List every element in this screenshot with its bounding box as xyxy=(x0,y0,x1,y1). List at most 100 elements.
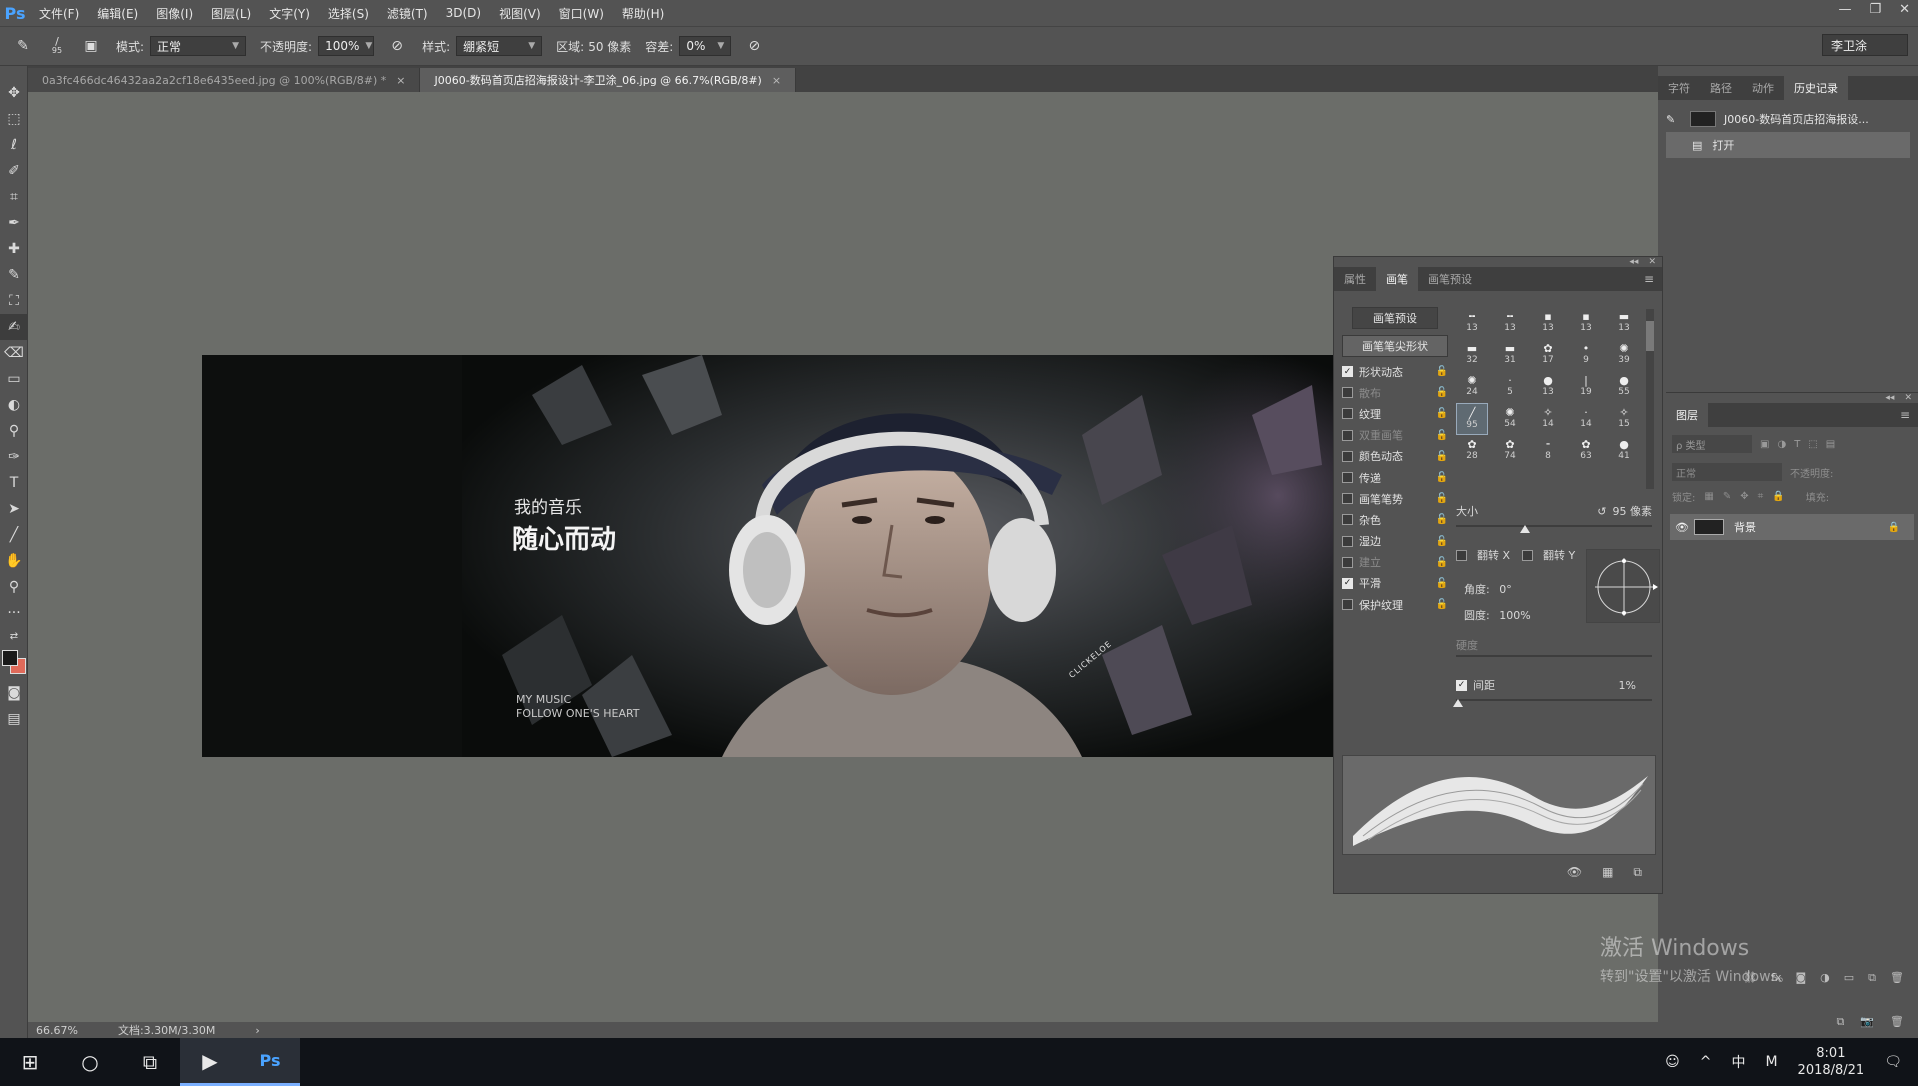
adjustment-filter-icon[interactable]: ◑ xyxy=(1777,439,1786,450)
brush-tip[interactable]: ● 13 xyxy=(1532,371,1564,403)
brush-tip[interactable]: ● 55 xyxy=(1608,371,1640,403)
menu-3d[interactable]: 3D(D) xyxy=(437,6,490,20)
brush-option-checkbox[interactable] xyxy=(1342,429,1353,441)
brush-tip[interactable]: ▬ 31 xyxy=(1494,339,1526,371)
brush-option-row[interactable]: 画笔笔势 🔓 xyxy=(1342,488,1448,509)
menu-type[interactable]: 文字(Y) xyxy=(260,5,319,22)
smart-object-filter-icon[interactable]: ▤ xyxy=(1826,439,1835,450)
spacing-checkbox[interactable]: ✓ xyxy=(1456,679,1467,691)
lock-icon[interactable]: 🔓 xyxy=(1436,387,1448,398)
mode-select[interactable]: 正常 ▼ xyxy=(150,36,247,56)
close-icon[interactable]: ✕ xyxy=(1648,257,1656,267)
brush-tool-icon[interactable]: ✎ xyxy=(0,262,28,288)
stamp-tool-icon[interactable]: ⛶ xyxy=(0,288,28,314)
scrollbar-thumb[interactable] xyxy=(1646,321,1654,351)
lock-icon[interactable]: 🔓 xyxy=(1436,408,1448,419)
brush-option-checkbox[interactable]: ✓ xyxy=(1342,366,1353,378)
brush-tip[interactable]: ✿ 28 xyxy=(1456,435,1488,467)
tab-actions[interactable]: 动作 xyxy=(1742,76,1784,100)
brush-option-checkbox[interactable] xyxy=(1342,408,1353,420)
brush-panel-toggle-icon[interactable]: ▣ xyxy=(80,35,102,57)
close-button[interactable]: ✕ xyxy=(1899,2,1910,17)
brush-tip[interactable]: ╱ 95 xyxy=(1456,403,1488,435)
spacing-slider-thumb[interactable] xyxy=(1452,699,1463,707)
menu-edit[interactable]: 编辑(E) xyxy=(88,5,147,22)
pen-tool-icon[interactable]: ✑ xyxy=(0,444,28,470)
toggle-bristle-preview-icon[interactable]: 👁 xyxy=(1567,865,1582,880)
lock-icon[interactable]: 🔓 xyxy=(1436,451,1448,462)
lock-icon[interactable]: 🔓 xyxy=(1436,430,1448,441)
brush-option-row[interactable]: 传递 🔓 xyxy=(1342,467,1448,488)
brush-tip[interactable]: ✧ 14 xyxy=(1532,403,1564,435)
brush-tip[interactable]: ✧ 15 xyxy=(1608,403,1640,435)
brush-option-checkbox[interactable]: ✓ xyxy=(1342,577,1353,589)
brush-tip[interactable]: ╍ 13 xyxy=(1494,307,1526,339)
healing-tool-icon[interactable]: ✚ xyxy=(0,236,28,262)
move-tool-icon[interactable]: ✥ xyxy=(0,80,28,106)
brush-option-checkbox[interactable] xyxy=(1342,450,1353,462)
photoshop-app-icon[interactable]: Ps xyxy=(240,1038,300,1086)
brush-tip[interactable]: ▬ 13 xyxy=(1608,307,1640,339)
quick-mask-icon[interactable]: ◙ xyxy=(0,680,28,706)
eraser-tool-icon[interactable]: ⌫ xyxy=(0,340,28,366)
spacing-slider[interactable] xyxy=(1456,699,1652,701)
tab-character[interactable]: 字符 xyxy=(1658,76,1700,100)
panel-menu-icon[interactable]: ≡ xyxy=(1900,408,1910,422)
layer-filter-select[interactable]: ρ 类型 xyxy=(1672,435,1752,453)
screen-recorder-app-icon[interactable]: ▶ xyxy=(180,1038,240,1086)
lock-position-icon[interactable]: ✥ xyxy=(1740,491,1748,502)
brush-presets-button[interactable]: 画笔预设 xyxy=(1352,307,1438,329)
brush-tip[interactable]: · 5 xyxy=(1494,371,1526,403)
foreground-color-swatch[interactable] xyxy=(2,650,18,666)
brush-option-checkbox[interactable] xyxy=(1342,535,1353,547)
delete-state-icon[interactable]: 🗑 xyxy=(1890,1015,1904,1029)
ime-mode-icon[interactable]: M xyxy=(1765,1054,1777,1070)
quick-select-tool-icon[interactable]: ✐ xyxy=(0,158,28,184)
brush-tip[interactable]: ✿ 17 xyxy=(1532,339,1564,371)
hardness-slider[interactable] xyxy=(1456,655,1652,657)
lock-artboard-icon[interactable]: ⌗ xyxy=(1758,491,1764,502)
brush-tip[interactable]: ▬ 32 xyxy=(1456,339,1488,371)
menu-help[interactable]: 帮助(H) xyxy=(613,5,673,22)
screen-mode-icon[interactable]: ▤ xyxy=(0,706,28,732)
size-slider[interactable] xyxy=(1456,525,1652,527)
flip-y-checkbox[interactable] xyxy=(1522,549,1534,561)
zoom-tool-icon[interactable]: ⚲ xyxy=(0,574,28,600)
adjustment-layer-icon[interactable]: ◑ xyxy=(1820,971,1830,985)
new-brush-icon[interactable]: ⧉ xyxy=(1633,865,1642,880)
tab-history[interactable]: 历史记录 xyxy=(1784,76,1848,100)
brush-tip[interactable]: ⁃ 8 xyxy=(1532,435,1564,467)
lasso-tool-icon[interactable]: ℓ xyxy=(0,132,28,158)
swap-colors-icon[interactable]: ⇄ xyxy=(0,626,28,646)
brush-option-checkbox[interactable] xyxy=(1342,514,1353,526)
tab-brush[interactable]: 画笔 xyxy=(1376,267,1418,291)
brush-option-row[interactable]: 双重画笔 🔓 xyxy=(1342,425,1448,446)
dodge-tool-icon[interactable]: ⚲ xyxy=(0,418,28,444)
search-icon[interactable]: ○ xyxy=(60,1038,120,1086)
blur-tool-icon[interactable]: ◐ xyxy=(0,392,28,418)
menu-image[interactable]: 图像(I) xyxy=(147,5,202,22)
new-document-from-state-icon[interactable]: ⧉ xyxy=(1836,1015,1844,1029)
tab-properties[interactable]: 属性 xyxy=(1334,267,1376,291)
roundness-value[interactable]: 100% xyxy=(1499,609,1530,622)
type-tool-icon[interactable]: T xyxy=(0,470,28,496)
menu-filter[interactable]: 滤镜(T) xyxy=(378,5,437,22)
brush-option-checkbox[interactable] xyxy=(1342,472,1353,484)
new-layer-icon[interactable]: ⧉ xyxy=(1868,971,1876,985)
style-select[interactable]: 绷紧短 ▼ xyxy=(456,36,543,56)
menu-select[interactable]: 选择(S) xyxy=(319,5,378,22)
angle-roundness-widget[interactable] xyxy=(1586,549,1660,623)
panel-menu-icon[interactable]: ≡ xyxy=(1644,272,1654,286)
close-icon[interactable]: × xyxy=(396,74,405,87)
spot-healing-tool-icon[interactable]: ✎ xyxy=(12,35,34,57)
area-value[interactable]: 50 像素 xyxy=(588,38,631,55)
lock-icon[interactable]: 🔓 xyxy=(1436,472,1448,483)
pressure-opacity-icon[interactable]: ⊘ xyxy=(386,35,408,57)
flip-x-checkbox[interactable] xyxy=(1456,549,1467,561)
brush-tip[interactable]: ▪ 13 xyxy=(1570,307,1602,339)
zoom-level[interactable]: 66.67% xyxy=(36,1024,78,1037)
tab-layers[interactable]: 图层 xyxy=(1666,403,1708,427)
gradient-tool-icon[interactable]: ▭ xyxy=(0,366,28,392)
collapse-panel-icon[interactable]: ◂◂ xyxy=(1629,257,1638,267)
open-preset-manager-icon[interactable]: ▦ xyxy=(1602,865,1613,880)
